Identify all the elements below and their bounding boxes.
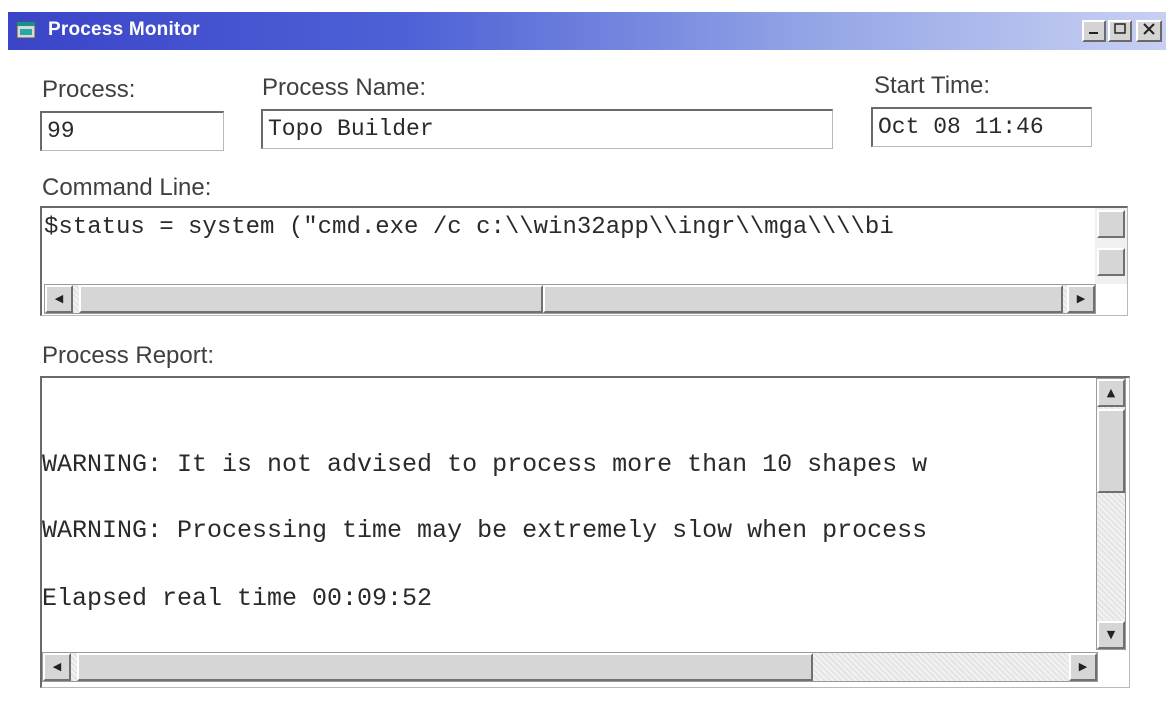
maximize-button[interactable] [1108,20,1132,42]
command-line-scroll-left-button[interactable]: ◀ [45,285,73,313]
command-line-hscroll[interactable]: ◀ ▶ [44,284,1096,314]
report-vscroll-thumb[interactable] [1097,409,1125,493]
report-line: WARNING: It is not advised to process mo… [42,450,928,479]
process-report-textarea[interactable]: WARNING: It is not advised to process mo… [40,376,1130,688]
report-scroll-up-button[interactable]: ▲ [1097,379,1125,407]
process-name-field[interactable]: Topo Builder [261,109,833,149]
minimize-button[interactable] [1082,20,1106,42]
window-title: Process Monitor [48,19,200,40]
start-time-label: Start Time: [874,72,991,99]
report-hscroll-thumb[interactable] [77,653,813,681]
command-line-textarea[interactable]: $status = system ("cmd.exe /c c:\\win32a… [40,206,1128,316]
close-icon [1143,23,1155,35]
report-line: Elapsed real time 00:09:52 [42,584,433,613]
command-line-vscroll[interactable] [1095,208,1127,284]
process-report-vscroll[interactable]: ▲ ▼ [1096,378,1126,650]
close-button[interactable] [1136,20,1162,42]
command-line-label: Command Line: [42,174,212,201]
start-time-field[interactable]: Oct 08 11:46 [871,107,1092,147]
minimize-icon [1089,32,1098,34]
command-line-text: $status = system ("cmd.exe /c c:\\win32a… [44,214,894,241]
command-line-scroll-up-button[interactable] [1097,210,1125,238]
process-name-label: Process Name: [262,74,427,101]
title-bar[interactable]: Process Monitor [8,12,1166,50]
report-scroll-left-button[interactable]: ◀ [43,653,71,681]
command-line-scroll-down-button[interactable] [1097,248,1125,276]
process-label: Process: [42,76,136,103]
process-id-field[interactable]: 99 [40,111,224,151]
report-line: WARNING: Processing time may be extremel… [42,516,928,545]
report-scroll-down-button[interactable]: ▼ [1097,621,1125,649]
command-line-hscroll-thumb-right[interactable] [543,285,1063,313]
command-line-hscroll-thumb[interactable] [79,285,543,313]
app-window-icon [16,21,36,39]
process-monitor-window: Process Monitor Process: Process Name: S… [0,0,1174,717]
command-line-scroll-right-button[interactable]: ▶ [1067,285,1095,313]
report-scroll-right-button[interactable]: ▶ [1069,653,1097,681]
process-report-hscroll[interactable]: ◀ ▶ [42,652,1098,682]
maximize-icon [1114,23,1126,34]
process-report-label: Process Report: [42,342,215,369]
